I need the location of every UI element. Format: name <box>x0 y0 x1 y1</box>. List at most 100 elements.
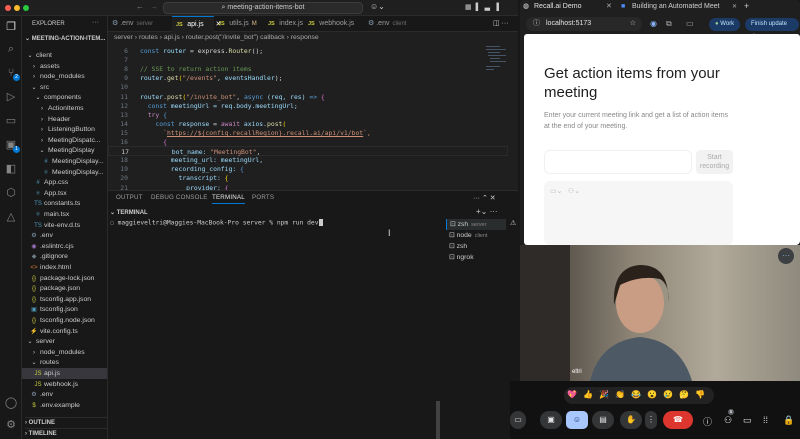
present-screen-button[interactable]: ▣ <box>540 411 562 429</box>
folder-item[interactable]: › node_modules <box>22 71 107 82</box>
folder-item[interactable]: › node_modules <box>22 347 107 358</box>
remote-explorer-icon[interactable]: ▭ <box>4 114 18 128</box>
terminal-list-item[interactable]: ⊡ node client <box>446 230 506 241</box>
meeting-link-input[interactable] <box>544 150 692 174</box>
file-item[interactable]: TS vite-env.d.ts <box>22 220 107 231</box>
file-item[interactable]: ◆ .gitignore <box>22 251 107 262</box>
panel-tab-terminal[interactable]: TERMINAL <box>212 194 245 204</box>
tab-webhookjs[interactable]: JS webhook.js <box>304 16 364 32</box>
file-item[interactable]: ⚙ .env <box>22 389 107 400</box>
calendar-icon[interactable]: ▭⌄ <box>550 187 562 195</box>
folder-item[interactable]: › ListeningButton <box>22 124 107 135</box>
folder-item[interactable]: ⌄ client <box>22 50 107 61</box>
panel-tab-output[interactable]: OUTPUT <box>116 194 143 201</box>
extensions-puzzle-icon[interactable]: ⧉ <box>666 19 672 29</box>
settings-gear-icon[interactable]: ⚙ <box>4 418 18 432</box>
address-bar[interactable]: ⓘ localhost:5173 ☆ <box>526 17 642 31</box>
panel-actions[interactable]: ··· ⌃ ✕ <box>473 194 496 202</box>
raise-hand-button[interactable]: ✋ <box>620 411 642 429</box>
file-item[interactable]: JS api.js <box>22 368 107 379</box>
meeting-info-icon[interactable]: ⓘ <box>703 415 712 428</box>
source-control-icon[interactable]: ⑂ 2 <box>4 66 20 81</box>
file-item[interactable]: ⚙ .env <box>22 230 107 241</box>
more-options-button[interactable]: ··· <box>778 248 794 264</box>
terminal-list-item[interactable]: ⊡ zsh server <box>446 219 506 230</box>
command-center[interactable]: ⌕ meeting-action-items-bot <box>163 2 363 14</box>
file-item[interactable]: ▣ tsconfig.json <box>22 304 107 315</box>
activities-grid-icon[interactable]: ⁞⁞ <box>763 415 768 425</box>
folder-item[interactable]: ⌄ MeetingDisplay <box>22 145 107 156</box>
tab-search-icon[interactable]: ▭ <box>686 19 694 28</box>
file-item[interactable]: ⚛ MeetingDisplay... <box>22 167 107 178</box>
file-item[interactable]: ⚛ main.tsx <box>22 209 107 220</box>
reaction-emoji-button[interactable]: 😮 <box>647 390 657 399</box>
reaction-emoji-button[interactable]: 🤔 <box>679 390 689 399</box>
file-item[interactable]: ◉ .eslintrc.cjs <box>22 241 107 252</box>
close-tab-icon[interactable]: ✕ <box>732 3 737 10</box>
more-options-button[interactable]: ⋮ <box>645 411 657 429</box>
reactions-button[interactable]: ☺ <box>566 411 588 429</box>
breadcrumb-item[interactable]: router.post("/invite_bot") callback <box>186 34 285 41</box>
tab-env[interactable]: ⚙ .env client <box>364 16 424 32</box>
folder-item[interactable]: › ActionItems <box>22 103 107 114</box>
close-window-button[interactable] <box>5 5 11 11</box>
folder-item[interactable]: ⌄ components <box>22 92 107 103</box>
breadcrumb-item[interactable]: response <box>291 34 319 41</box>
back-arrow-icon[interactable]: ← <box>136 2 144 11</box>
browser-tab-building[interactable]: ■ Building an Automated Meet <box>618 0 730 14</box>
docker-icon[interactable]: ◧ <box>4 162 18 176</box>
layout-toggle-icons[interactable]: ▦▌▃▐ <box>465 3 503 11</box>
maximize-window-button[interactable] <box>23 5 29 11</box>
panel-tab-ports[interactable]: PORTS <box>252 194 274 201</box>
close-tab-icon[interactable]: ✕ <box>606 0 612 14</box>
file-item[interactable]: # App.css <box>22 177 107 188</box>
terminal-list-item[interactable]: ⊡ ngrok <box>446 252 506 263</box>
reaction-emoji-button[interactable]: 👍 <box>583 390 593 399</box>
reaction-emoji-button[interactable]: 💖 <box>567 390 577 399</box>
tab-apijs[interactable]: JS api.js ✕ <box>172 16 221 32</box>
reaction-emoji-button[interactable]: 🎉 <box>599 390 609 399</box>
split-editor-icon[interactable]: ◫ ··· <box>493 19 509 27</box>
more-actions-icon[interactable]: ··· <box>92 19 99 26</box>
reaction-emoji-button[interactable]: 😂 <box>631 390 641 399</box>
file-item[interactable]: ⚡ vite.config.ts <box>22 326 107 337</box>
reaction-emoji-button[interactable]: 👏 <box>615 390 625 399</box>
file-item[interactable]: {} package-lock.json <box>22 273 107 284</box>
run-debug-icon[interactable]: ▷ <box>4 90 18 104</box>
file-item[interactable]: ⚛ App.tsx <box>22 188 107 199</box>
file-item[interactable]: {} package.json <box>22 283 107 294</box>
outline-section[interactable]: › OUTLINE <box>25 417 107 426</box>
folder-item[interactable]: › MeetingDispatc... <box>22 135 107 146</box>
people-icon[interactable]: ⚇ <box>724 415 732 426</box>
captions-button[interactable]: ▤ <box>592 411 614 429</box>
timeline-section[interactable]: › TIMELINE <box>25 428 107 437</box>
camera-button[interactable]: ▭ <box>510 411 526 429</box>
folder-item[interactable]: › assets <box>22 61 107 72</box>
site-info-icon[interactable]: ⓘ <box>533 17 540 31</box>
reaction-emoji-button[interactable]: 😢 <box>663 390 673 399</box>
account-icon[interactable]: ◯ <box>4 396 18 410</box>
package-icon[interactable]: ⬡ <box>4 186 18 200</box>
start-recording-button[interactable]: Start recording <box>696 150 733 174</box>
workspace-root[interactable]: ⌄ MEETING-ACTION-ITEM... <box>25 35 105 42</box>
tab-indexjs[interactable]: JS index.js <box>264 16 304 32</box>
chat-icon[interactable]: ▭ <box>743 415 752 426</box>
explorer-icon[interactable]: ❐ <box>4 20 18 34</box>
reaction-emoji-button[interactable]: 👎 <box>695 390 705 399</box>
panel-tab-debug-console[interactable]: DEBUG CONSOLE <box>151 194 208 201</box>
folder-item[interactable]: ⌄ src <box>22 82 107 93</box>
terminal-list-item[interactable]: ⊡ zsh <box>446 241 506 252</box>
profile-button[interactable]: ● Work <box>709 18 741 31</box>
folder-item[interactable]: › Header <box>22 114 107 125</box>
deploy-icon[interactable]: △ <box>4 210 18 224</box>
copilot-icon[interactable]: ☺⌄ <box>370 2 385 11</box>
terminal-scrollbar[interactable] <box>436 401 440 439</box>
folder-item[interactable]: ⌄ routes <box>22 357 107 368</box>
file-item[interactable]: $ .env.example <box>22 400 107 411</box>
new-terminal-button[interactable]: +⌄ ··· <box>476 207 498 216</box>
breadcrumb-item[interactable]: routes <box>139 34 158 41</box>
tab-utilsjs[interactable]: JS utils.js M <box>214 16 264 32</box>
folder-item[interactable]: ⌄ server <box>22 336 107 347</box>
host-controls-lock-icon[interactable]: 🔒 <box>783 415 794 426</box>
file-item[interactable]: TS constants.ts <box>22 198 107 209</box>
